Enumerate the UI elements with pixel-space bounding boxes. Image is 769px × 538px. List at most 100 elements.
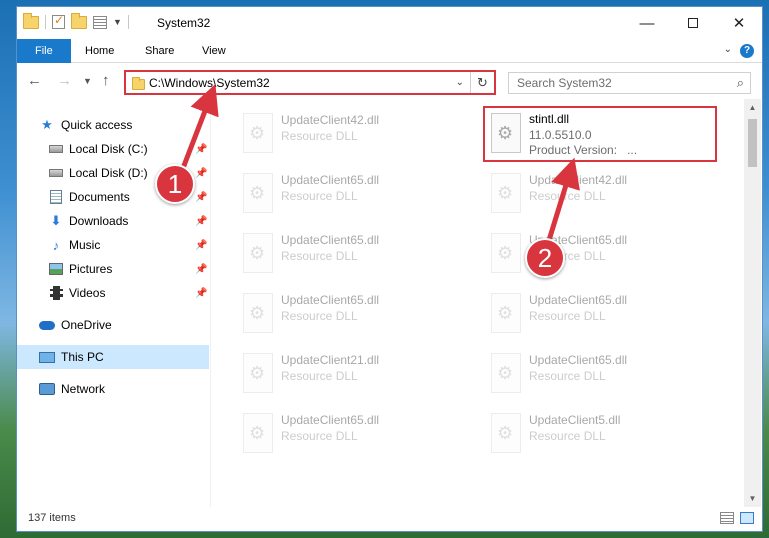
explorer-window: ▼ System32 — ✕ File Home Share View ⌄ ? …	[16, 6, 763, 532]
sidebar-item-pictures[interactable]: Pictures 📌	[17, 257, 209, 281]
file-item[interactable]: UpdateClient65.dll Resource DLL	[235, 227, 469, 283]
details-view-icon[interactable]	[720, 512, 734, 524]
help-icon[interactable]: ?	[740, 44, 754, 58]
pin-icon[interactable]: 📌	[195, 144, 207, 155]
dll-file-icon	[491, 413, 521, 453]
sidebar-item-label: Network	[61, 382, 106, 396]
file-name: UpdateClient5.dll	[529, 413, 621, 427]
sidebar-item-label: Documents	[69, 190, 130, 204]
minimize-button[interactable]: —	[624, 7, 670, 39]
file-item[interactable]: UpdateClient5.dll Resource DLL	[483, 407, 717, 463]
toolbar-divider	[127, 15, 129, 29]
documents-icon	[48, 189, 64, 205]
title-bar: ▼ System32 — ✕	[17, 7, 762, 39]
file-name: UpdateClient65.dll	[281, 413, 380, 427]
computer-icon	[39, 349, 55, 365]
sidebar-item-quick-access[interactable]: ★ Quick access	[17, 113, 209, 137]
properties-icon[interactable]	[93, 15, 107, 29]
videos-icon	[48, 285, 64, 301]
dll-file-icon	[243, 413, 273, 453]
maximize-icon	[688, 18, 698, 28]
file-name: UpdateClient42.dll	[281, 113, 380, 127]
file-item[interactable]: UpdateClient65.dll Resource DLL	[235, 167, 469, 223]
file-type: Resource DLL	[281, 429, 358, 443]
file-name: UpdateClient21.dll	[281, 353, 380, 367]
address-path[interactable]: C:\Windows\System32	[149, 76, 270, 90]
customize-toolbar-dropdown-icon[interactable]: ▼	[113, 17, 122, 27]
file-name: UpdateClient65.dll	[529, 293, 628, 307]
navigation-pane: ★ Quick access Local Disk (C:) 📌 Local D…	[17, 99, 211, 507]
scroll-up-icon[interactable]: ▲	[744, 99, 761, 116]
file-type: Resource DLL	[529, 309, 606, 323]
sidebar-item-videos[interactable]: Videos 📌	[17, 281, 209, 305]
dll-file-icon	[491, 233, 521, 273]
tab-view[interactable]: View	[189, 39, 239, 63]
address-bar[interactable]: C:\Windows\System32 ⌄ ↻	[124, 70, 496, 95]
pin-icon[interactable]: 📌	[195, 288, 207, 299]
sidebar-item-network[interactable]: Network	[17, 377, 209, 401]
up-arrow-icon[interactable]: ↑	[102, 72, 110, 89]
file-item[interactable]: UpdateClient42.dll Resource DLL	[483, 167, 717, 223]
drive-icon	[48, 165, 64, 181]
navigation-bar: ← → ▼ ↑ C:\Windows\System32 ⌄ ↻ Search S…	[17, 63, 762, 99]
file-item[interactable]: UpdateClient65.dll Resource DLL	[483, 347, 717, 403]
window-title: System32	[157, 16, 211, 30]
scrollbar-thumb[interactable]	[748, 119, 757, 167]
address-dropdown-icon[interactable]: ⌄	[456, 77, 464, 88]
tab-home[interactable]: Home	[72, 39, 127, 63]
cloud-icon	[39, 317, 55, 333]
scroll-down-icon[interactable]: ▼	[744, 490, 761, 507]
toolbar-divider	[45, 15, 46, 29]
file-list: UpdateClient42.dll Resource DLL UpdateCl…	[221, 99, 741, 507]
sidebar-item-this-pc[interactable]: This PC	[17, 345, 209, 369]
vertical-scrollbar[interactable]: ▲ ▼	[744, 99, 761, 507]
file-item-highlighted[interactable]: stintl.dll 11.0.5510.0 Product Version:.…	[483, 106, 717, 162]
file-type: Resource DLL	[281, 249, 358, 263]
product-version-value: ...	[627, 143, 638, 157]
file-type: Resource DLL	[281, 309, 358, 323]
close-button[interactable]: ✕	[716, 7, 762, 39]
status-bar: 137 items	[17, 507, 762, 531]
refresh-icon[interactable]: ↻	[470, 72, 494, 93]
pin-icon[interactable]: 📌	[195, 168, 207, 179]
expand-ribbon-icon[interactable]: ⌄	[724, 44, 732, 55]
sidebar-item-onedrive[interactable]: OneDrive	[17, 313, 209, 337]
pin-icon[interactable]: 📌	[195, 192, 207, 203]
pane-divider[interactable]	[210, 99, 211, 507]
callout-badge-2: 2	[525, 238, 565, 278]
new-folder-icon[interactable]	[71, 12, 87, 29]
sidebar-item-music[interactable]: ♪ Music 📌	[17, 233, 209, 257]
file-item[interactable]: UpdateClient42.dll Resource DLL	[235, 107, 469, 163]
dll-file-icon	[243, 293, 273, 333]
tab-file[interactable]: File	[17, 39, 71, 63]
file-item[interactable]: UpdateClient65.dll Resource DLL	[235, 407, 469, 463]
pictures-icon	[48, 261, 64, 277]
file-item[interactable]: UpdateClient65.dll Resource DLL	[483, 227, 717, 283]
sidebar-item-local-disk-c[interactable]: Local Disk (C:) 📌	[17, 137, 209, 161]
file-name: stintl.dll	[529, 112, 570, 126]
forward-arrow-icon[interactable]: →	[57, 72, 72, 89]
recent-locations-dropdown-icon[interactable]: ▼	[83, 76, 92, 86]
file-type: Resource DLL	[281, 189, 358, 203]
file-item[interactable]: UpdateClient65.dll Resource DLL	[483, 287, 717, 343]
sidebar-item-label: Local Disk (C:)	[69, 142, 148, 156]
maximize-button[interactable]	[670, 7, 716, 39]
sidebar-item-downloads[interactable]: ⬇ Downloads 📌	[17, 209, 209, 233]
back-arrow-icon[interactable]: ←	[27, 72, 42, 89]
file-item[interactable]: UpdateClient21.dll Resource DLL	[235, 347, 469, 403]
tiles-view-icon[interactable]	[740, 512, 754, 524]
drive-icon	[48, 141, 64, 157]
network-icon	[39, 381, 55, 397]
file-type: Resource DLL	[281, 369, 358, 383]
tab-share[interactable]: Share	[132, 39, 187, 63]
search-icon[interactable]: ⌕	[737, 75, 744, 91]
pin-icon[interactable]: 📌	[195, 264, 207, 275]
file-type: Resource DLL	[529, 429, 606, 443]
folder-icon[interactable]	[23, 12, 39, 29]
file-item[interactable]: UpdateClient65.dll Resource DLL	[235, 287, 469, 343]
properties-check-icon[interactable]	[52, 13, 65, 29]
pin-icon[interactable]: 📌	[195, 216, 207, 227]
product-version: Product Version:...	[529, 143, 637, 157]
search-input[interactable]: Search System32 ⌕	[508, 72, 751, 94]
pin-icon[interactable]: 📌	[195, 240, 207, 251]
